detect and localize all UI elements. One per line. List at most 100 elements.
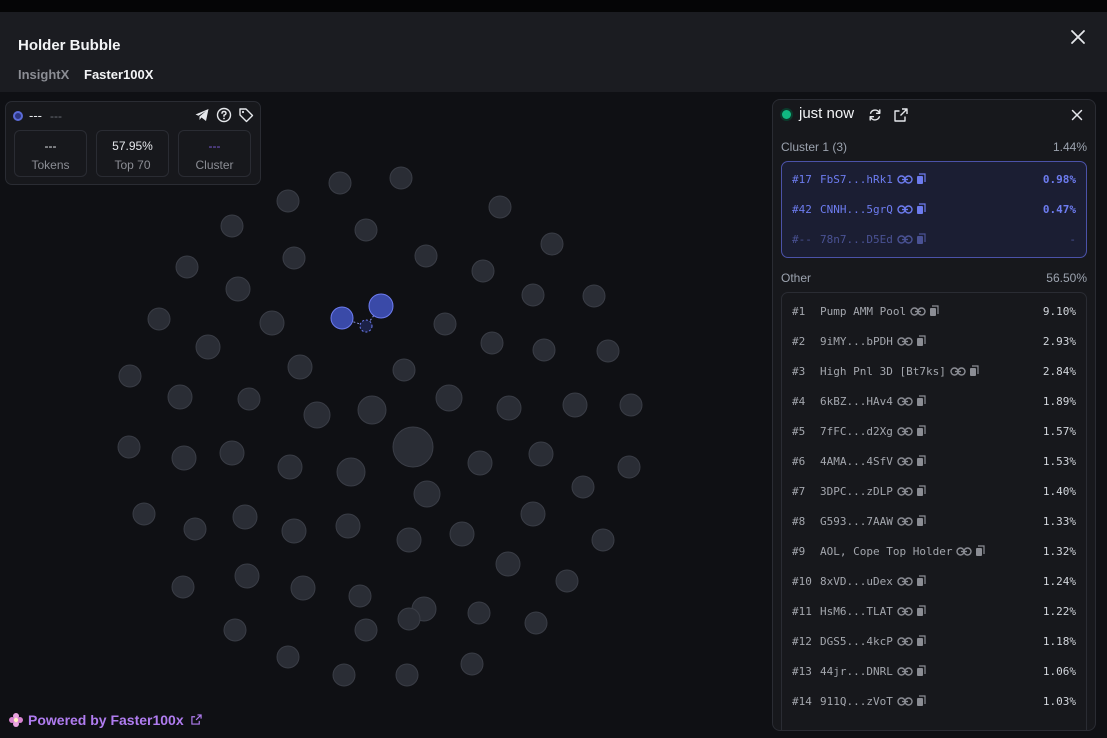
holder-bubble[interactable] (449, 521, 475, 547)
holder-row[interactable]: #11 HsM6...TLAT 1.22% (792, 602, 1076, 622)
holder-bubble[interactable] (171, 445, 197, 471)
holder-row[interactable]: #7 3DPC...zDLP 1.40% (792, 482, 1076, 502)
cluster-bubble[interactable] (330, 306, 354, 330)
holder-bubble[interactable] (354, 218, 378, 242)
telegram-icon[interactable] (194, 107, 210, 123)
holder-address[interactable]: 78n7...D5Ed (820, 233, 926, 248)
holder-bubble[interactable] (234, 563, 260, 589)
copy-icon[interactable] (916, 515, 926, 527)
holder-bubble[interactable] (232, 504, 258, 530)
link-icon[interactable] (897, 174, 913, 185)
holder-bubble[interactable] (532, 338, 556, 362)
holder-bubble[interactable] (332, 663, 356, 687)
copy-icon[interactable] (916, 665, 926, 677)
holder-address[interactable]: G593...7AAW (820, 515, 926, 530)
copy-icon[interactable] (975, 545, 986, 557)
holder-bubble[interactable] (389, 166, 413, 190)
tag-icon[interactable] (238, 107, 254, 123)
copy-icon[interactable] (916, 395, 926, 407)
holder-bubble[interactable] (496, 395, 522, 421)
holder-bubble[interactable] (276, 189, 300, 213)
holder-bubble[interactable] (220, 214, 244, 238)
link-icon[interactable] (897, 696, 913, 707)
link-icon[interactable] (897, 426, 913, 437)
holder-bubble[interactable] (413, 480, 441, 508)
holder-row[interactable]: #-- 78n7...D5Ed - (792, 230, 1076, 250)
holder-bubble[interactable] (348, 584, 372, 608)
holder-bubble[interactable] (596, 339, 620, 363)
holder-bubble[interactable] (357, 395, 387, 425)
holder-row[interactable]: #5 7fFC...d2Xg 1.57% (792, 422, 1076, 442)
link-icon[interactable] (897, 576, 913, 587)
copy-icon[interactable] (916, 233, 926, 245)
holder-bubble[interactable] (237, 387, 261, 411)
holder-row[interactable]: #4 6kBZ...HAv4 1.89% (792, 392, 1076, 412)
holder-bubble[interactable] (259, 310, 285, 336)
link-icon[interactable] (897, 234, 913, 245)
holder-address[interactable]: 6kBZ...HAv4 (820, 395, 926, 410)
holder-bubble[interactable] (524, 611, 548, 635)
tab-faster100x[interactable]: Faster100X (84, 67, 153, 82)
link-icon[interactable] (897, 336, 913, 347)
holder-bubble[interactable] (335, 513, 361, 539)
holder-bubble[interactable] (495, 551, 521, 577)
close-modal-icon[interactable] (1069, 28, 1087, 46)
holder-bubble[interactable] (414, 244, 438, 268)
holder-bubble[interactable] (540, 232, 564, 256)
link-icon[interactable] (897, 636, 913, 647)
holder-address[interactable]: CNNH...5grQ (820, 203, 926, 218)
powered-by-link[interactable]: Powered by Faster100x (8, 712, 202, 728)
holder-bubble[interactable] (467, 450, 493, 476)
holder-address[interactable]: Pump AMM Pool (820, 305, 939, 320)
link-icon[interactable] (897, 456, 913, 467)
holder-bubble[interactable] (435, 384, 463, 412)
holder-bubble[interactable] (277, 454, 303, 480)
holder-bubble[interactable] (167, 384, 193, 410)
holder-row[interactable]: #2 9iMY...bPDH 2.93% (792, 332, 1076, 352)
close-panel-icon[interactable] (1069, 107, 1085, 123)
holder-bubble[interactable] (282, 246, 306, 270)
copy-icon[interactable] (916, 455, 926, 467)
holder-address[interactable]: AOL, Cope Top Holder (820, 545, 986, 560)
holder-bubble[interactable] (471, 259, 495, 283)
holder-address[interactable]: 4AMA...4SfV (820, 455, 926, 470)
link-icon[interactable] (897, 516, 913, 527)
holder-bubble[interactable] (591, 528, 615, 552)
holder-bubble[interactable] (521, 283, 545, 307)
holder-bubble[interactable] (276, 645, 300, 669)
copy-icon[interactable] (916, 695, 926, 707)
holder-bubble[interactable] (571, 475, 595, 499)
holder-row[interactable]: #12 DGS5...4kcP 1.18% (792, 632, 1076, 652)
holder-bubble[interactable] (175, 255, 199, 279)
holder-bubble[interactable] (147, 307, 171, 331)
holder-bubble[interactable] (281, 518, 307, 544)
holder-bubble[interactable] (117, 435, 141, 459)
holder-bubble[interactable] (582, 284, 606, 308)
link-icon[interactable] (897, 486, 913, 497)
copy-icon[interactable] (916, 425, 926, 437)
holder-bubble[interactable] (290, 575, 316, 601)
holder-row[interactable]: #10 8xVD...uDex 1.24% (792, 572, 1076, 592)
link-icon[interactable] (956, 546, 973, 557)
copy-icon[interactable] (916, 635, 926, 647)
help-icon[interactable] (216, 107, 232, 123)
holder-address[interactable]: 3DPC...zDLP (820, 485, 926, 500)
holder-row[interactable]: #9 AOL, Cope Top Holder 1.32% (792, 542, 1076, 562)
holder-bubble[interactable] (397, 607, 421, 631)
holder-bubble[interactable] (287, 354, 313, 380)
copy-icon[interactable] (916, 575, 926, 587)
cluster-bubble[interactable] (368, 293, 394, 319)
holder-bubble[interactable] (460, 652, 484, 676)
bubble-map-canvas[interactable]: --- --- --- Tokens 57.95% Top 70 --- Clu… (0, 92, 1107, 738)
holder-bubble[interactable] (132, 502, 156, 526)
holder-bubble[interactable] (303, 401, 331, 429)
holder-row[interactable]: #42 CNNH...5grQ 0.47% (792, 200, 1076, 220)
holder-bubble[interactable] (433, 312, 457, 336)
holder-address[interactable]: 7fFC...d2Xg (820, 425, 926, 440)
holder-bubble[interactable] (392, 426, 434, 468)
link-icon[interactable] (910, 306, 926, 317)
holder-bubble[interactable] (619, 393, 643, 417)
link-icon[interactable] (950, 366, 966, 377)
holder-row[interactable]: #3 High Pnl 3D [Bt7ks] 2.84% (792, 362, 1076, 382)
copy-icon[interactable] (916, 485, 926, 497)
